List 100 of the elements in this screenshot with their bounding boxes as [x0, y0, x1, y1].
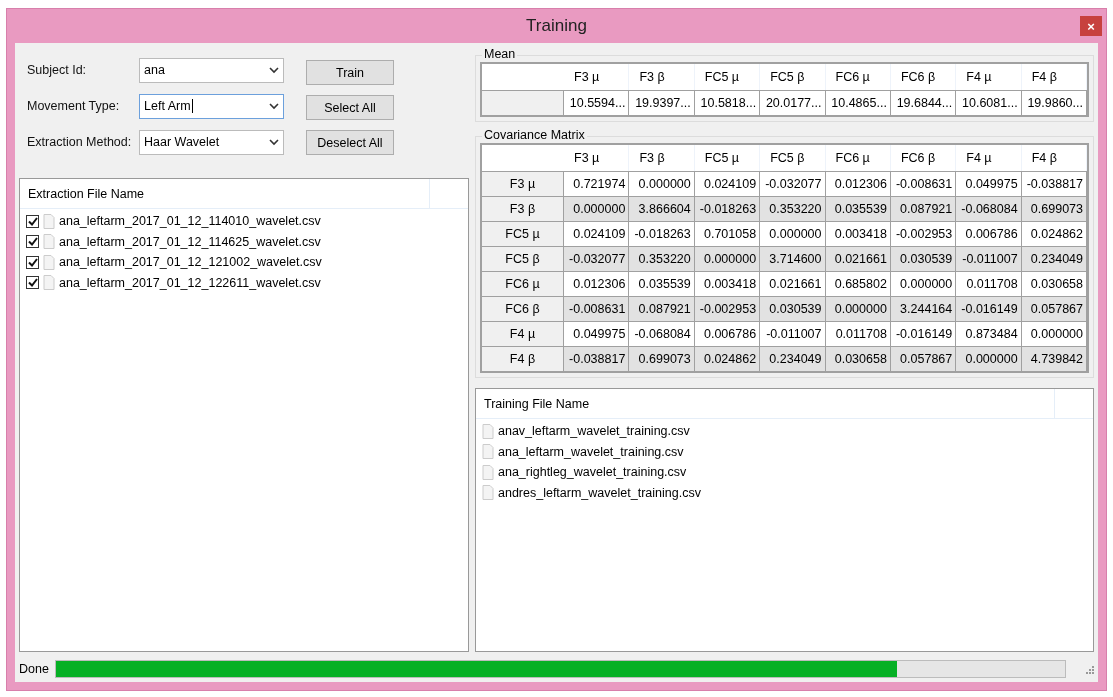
- table-cell: 0.021661: [825, 246, 891, 271]
- table-cell: 0.006786: [694, 321, 761, 346]
- field-label: Extraction Method:: [27, 135, 133, 149]
- table-cell: 0.873484: [956, 321, 1022, 346]
- table-cell: 0.024862: [1021, 221, 1087, 246]
- status-text: Done: [19, 662, 49, 676]
- table-cell: 0.011708: [956, 271, 1022, 296]
- table-cell: -0.002953: [694, 296, 761, 321]
- checkbox[interactable]: [26, 214, 39, 228]
- file-name[interactable]: ana_leftarm_2017_01_12_121002_wavelet.csv: [59, 255, 322, 270]
- table-cell: 0.035539: [629, 271, 695, 296]
- table-cell: 4.739842: [1021, 346, 1087, 371]
- group-title: Covariance Matrix: [482, 128, 587, 142]
- file-name[interactable]: andres_leftarm_wavelet_training.csv: [498, 485, 701, 500]
- dropdown-caret-icon[interactable]: [269, 138, 279, 146]
- table-cell: 0.000000: [564, 196, 630, 221]
- table-cell: 0.000000: [760, 221, 826, 246]
- action-button[interactable]: Train: [306, 60, 394, 85]
- table-cell: -0.016149: [890, 321, 957, 346]
- file-icon: [482, 485, 494, 501]
- table-cell: 19.6844...: [890, 90, 957, 115]
- checkbox[interactable]: [26, 235, 39, 249]
- file-name[interactable]: anav_leftarm_wavelet_training.csv: [498, 424, 690, 439]
- file-name[interactable]: ana_leftarm_2017_01_12_114625_wavelet.csv: [59, 234, 321, 249]
- table-cell: 0.030539: [760, 296, 826, 321]
- column-header[interactable]: Extraction File Name: [20, 179, 430, 208]
- file-name[interactable]: ana_leftarm_wavelet_training.csv: [498, 444, 684, 459]
- table-cell: 0.353220: [629, 246, 695, 271]
- action-button[interactable]: Deselect All: [306, 130, 394, 155]
- table-cell: 0.030658: [825, 346, 891, 371]
- table-cell: 0.353220: [760, 196, 826, 221]
- table-cell: -0.038817: [564, 346, 630, 371]
- table-cell: 0.030539: [890, 246, 957, 271]
- row-header: FC6 µ: [482, 271, 564, 296]
- file-icon: [482, 423, 494, 439]
- table-cell: -0.068084: [956, 196, 1022, 221]
- table-cell: -0.008631: [890, 171, 957, 196]
- table-cell: 0.699073: [1021, 196, 1087, 221]
- table-cell: 3.244164: [890, 296, 957, 321]
- row-header: F3 µ: [482, 171, 564, 196]
- table-cell: 0.003418: [694, 271, 761, 296]
- table-cell: 0.021661: [760, 271, 826, 296]
- table-cell: 0.701058: [694, 221, 761, 246]
- table-cell: -0.011007: [760, 321, 826, 346]
- combo-box[interactable]: Haar Wavelet: [139, 129, 284, 155]
- row-header: F3 β: [482, 196, 564, 221]
- table-cell: 0.699073: [629, 346, 695, 371]
- table-cell: 0.049975: [564, 321, 630, 346]
- row-header: F4 β: [482, 346, 564, 371]
- combo-box[interactable]: Left Arm: [139, 93, 284, 119]
- row-header: F4 µ: [482, 321, 564, 346]
- file-icon: [43, 254, 55, 270]
- table-cell: 0.011708: [825, 321, 891, 346]
- group-title: Mean: [482, 47, 518, 61]
- table-cell: 0.000000: [1021, 321, 1087, 346]
- table-cell: 3.714600: [760, 246, 826, 271]
- table-cell: 0.685802: [825, 271, 891, 296]
- table-cell: 0.087921: [890, 196, 957, 221]
- checkbox[interactable]: [26, 276, 39, 290]
- file-name[interactable]: ana_leftarm_2017_01_12_122611_wavelet.csv: [59, 275, 321, 290]
- table-cell: -0.068084: [629, 321, 695, 346]
- file-icon: [482, 464, 494, 480]
- combo-box[interactable]: ana: [139, 57, 284, 83]
- field-label: Movement Type:: [27, 99, 121, 113]
- table-cell: 0.000000: [890, 271, 957, 296]
- file-icon: [43, 234, 55, 250]
- table-cell: 0.012306: [825, 171, 891, 196]
- table-cell: 0.000000: [629, 171, 695, 196]
- table-cell: 10.5594...: [564, 90, 630, 115]
- table-cell: -0.011007: [956, 246, 1022, 271]
- table-cell: -0.032077: [564, 246, 630, 271]
- file-name[interactable]: ana_leftarm_2017_01_12_114010_wavelet.csv: [59, 214, 321, 229]
- file-name[interactable]: ana_rightleg_wavelet_training.csv: [498, 465, 687, 480]
- file-icon: [482, 444, 494, 460]
- table-cell: -0.038817: [1021, 171, 1087, 196]
- resize-grip-icon[interactable]: [1084, 664, 1094, 674]
- checkbox[interactable]: [26, 255, 39, 269]
- table-cell: -0.016149: [956, 296, 1022, 321]
- table-cell: 0.000000: [825, 296, 891, 321]
- table-cell: -0.008631: [564, 296, 630, 321]
- table-cell: 0.087921: [629, 296, 695, 321]
- table-cell: 0.024109: [694, 171, 761, 196]
- table-cell: 0.012306: [564, 271, 630, 296]
- window-title: Training: [526, 16, 587, 36]
- dropdown-caret-icon[interactable]: [269, 66, 279, 74]
- table-cell: 0.721974: [564, 171, 630, 196]
- dropdown-caret-icon[interactable]: [269, 102, 279, 110]
- table-cell: 10.5818...: [694, 90, 761, 115]
- file-icon: [43, 213, 55, 229]
- action-button[interactable]: Select All: [306, 95, 394, 120]
- row-header: FC5 β: [482, 246, 564, 271]
- table-cell: 0.030658: [1021, 271, 1087, 296]
- table-cell: -0.018263: [629, 221, 695, 246]
- close-button[interactable]: ×: [1080, 16, 1102, 36]
- table-cell: 0.234049: [1021, 246, 1087, 271]
- table-cell: 0.057867: [1021, 296, 1087, 321]
- table-cell: 0.024109: [564, 221, 630, 246]
- column-header[interactable]: Training File Name: [476, 389, 1055, 418]
- field-label: Subject Id:: [27, 63, 88, 77]
- table-cell: -0.032077: [760, 171, 826, 196]
